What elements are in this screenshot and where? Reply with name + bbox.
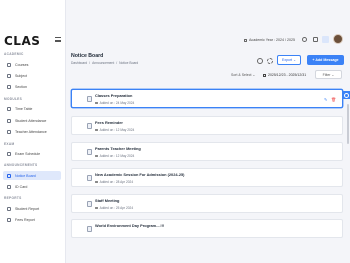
delete-icon[interactable]: 🗑 [331,97,336,102]
search-icon[interactable] [257,58,263,64]
document-icon [87,226,92,232]
notice-title: Fees Reminder [95,120,123,125]
section-exam: EXAM [4,142,15,146]
edit-icon[interactable]: ✎ [324,97,327,102]
document-icon [87,123,92,129]
notice-title: Staff Meeting [95,198,120,203]
calendar-icon [95,154,98,158]
breadcrumb-notice-board: Notice Board [119,61,139,65]
app-logo[interactable]: CLAS [4,34,40,48]
section-reports: REPORTS [4,196,22,200]
subject-icon [7,73,11,78]
page-title: Notice Board [71,53,104,59]
sidebar: CLAS ACADEMIC Courses Subject Section MO… [0,0,66,263]
notice-item[interactable]: New Academic Session For Admission (2024… [71,168,343,187]
breadcrumb-dashboard[interactable]: Dashboard [71,61,87,65]
notice-title: New Academic Session For Admission (2024… [95,172,185,177]
sidebar-item-student-report[interactable]: Student Report [3,204,61,213]
avatar[interactable] [333,34,343,44]
notice-item[interactable]: Parents Teacher Meeting Added on : 12 Ma… [71,142,343,161]
breadcrumb: Dashboard / Announcement / Notice Board [71,61,139,65]
sidebar-item-teacher-attendance[interactable]: Teacher Attendance [3,127,61,136]
calendar-icon [244,38,247,42]
notice-item[interactable]: World Environment Day Program....!!! [71,219,343,238]
sidebar-item-student-attendance[interactable]: Student Attendance [3,116,61,125]
sidebar-toggle-icon[interactable] [55,37,61,42]
sidebar-item-subject[interactable]: Subject [3,71,61,80]
fees-icon [7,217,11,222]
add-message-button[interactable]: + Add Message [307,55,344,65]
exam-icon [7,151,11,156]
calendar-icon [7,106,11,111]
student-icon [7,118,11,123]
notice-date: Added on : 24 May 2024 [95,101,134,105]
notification-icon[interactable] [322,36,329,43]
calendar-icon [95,128,98,132]
document-icon [87,175,92,181]
notice-date: Added on : 28 Apr 2024 [95,180,133,184]
scrollbar[interactable] [347,104,349,144]
document-icon [87,96,92,102]
document-icon [87,201,92,207]
calendar-icon [95,206,98,210]
section-academic: ACADEMIC [4,52,24,56]
notice-date: Added on : 25 Apr 2024 [95,206,133,210]
sidebar-item-courses[interactable]: Courses [3,60,61,69]
topbar: Academic Year : 2024 / 2025 [66,27,350,49]
notice-icon [7,173,11,178]
notice-title: World Environment Day Program....!!! [95,223,165,228]
sidebar-item-notice-board[interactable]: Notice Board [3,171,61,180]
book-icon [7,62,11,67]
academic-year-selector[interactable]: Academic Year : 2024 / 2025 [244,38,295,42]
calendar-icon [263,73,266,77]
notice-title: Classes Preparation [95,93,133,98]
document-icon [87,149,92,155]
id-card-icon [7,184,11,189]
section-announcements: ANNOUNCEMENTS [4,163,38,167]
notice-title: Parents Teacher Meeting [95,146,141,151]
sidebar-item-exam-schedule[interactable]: Exam Schedule [3,149,61,158]
sort-select[interactable]: Sort & Select ⌄ [231,73,255,77]
sidebar-item-id-card[interactable]: ID Card [3,182,61,191]
sidebar-item-fees-report[interactable]: Fees Report [3,215,61,224]
settings-icon[interactable] [302,37,307,42]
notice-date: Added on : 12 May 2024 [95,154,134,158]
calendar-icon [95,101,98,105]
teacher-icon [7,129,11,134]
date-range-picker[interactable]: 2025/12/23 - 2025/12/31 [263,73,306,77]
section-modules: MODULES [4,97,23,101]
refresh-icon[interactable] [267,58,273,64]
section-icon [7,84,11,89]
breadcrumb-announcement[interactable]: Announcement [92,61,114,65]
notice-date: Added on : 12 May 2024 [95,128,134,132]
notice-item[interactable]: Staff Meeting Added on : 25 Apr 2024 [71,194,343,213]
settings-fab-icon[interactable] [342,91,350,99]
sidebar-item-section[interactable]: Section [3,82,61,91]
theme-toggle-icon[interactable] [313,37,318,42]
notice-item[interactable]: Classes Preparation Added on : 24 May 20… [71,89,343,108]
sidebar-item-time-table[interactable]: Time Table [3,104,61,113]
export-button[interactable]: Export ⌄ [277,55,301,65]
notice-item[interactable]: Fees Reminder Added on : 12 May 2024 [71,116,343,135]
calendar-icon [95,180,98,184]
filter-button[interactable]: Filter ⌄ [315,70,342,79]
report-icon [7,206,11,211]
